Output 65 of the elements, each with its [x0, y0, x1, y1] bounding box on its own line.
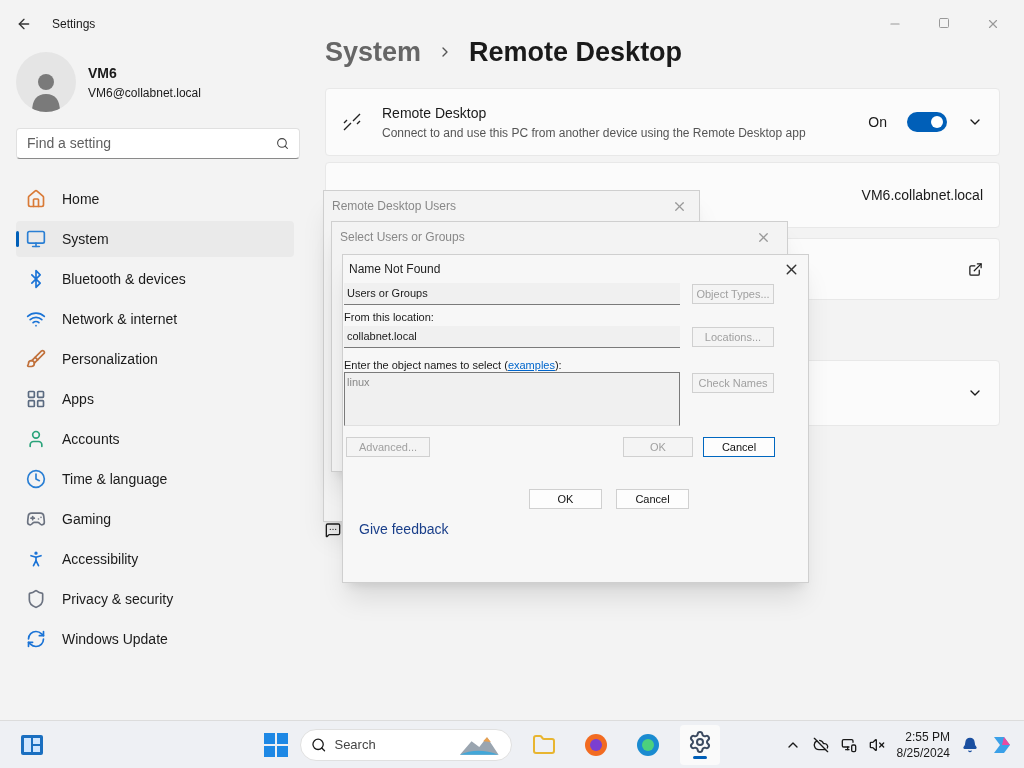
clock-date[interactable]: 8/25/2024 [896, 744, 950, 761]
brush-icon [26, 349, 46, 369]
breadcrumb-parent[interactable]: System [325, 31, 422, 73]
nav-item[interactable]: Accounts [16, 421, 294, 457]
dialog-title: Name Not Found [349, 261, 441, 278]
user-name: VM6 [88, 63, 118, 83]
cancel-button[interactable]: Cancel [616, 489, 689, 509]
browser-icon [636, 732, 660, 757]
dialog-title: Remote Desktop Users [332, 198, 457, 215]
nav-item[interactable]: System [16, 221, 294, 257]
dialog-title: Select Users or Groups [340, 229, 465, 246]
update-icon [26, 629, 46, 649]
apps-icon [26, 389, 46, 409]
ok-button[interactable]: OK [529, 489, 602, 509]
nav-item[interactable]: Home [16, 181, 294, 217]
speaker-muted-icon[interactable] [868, 736, 885, 753]
folder-icon [532, 732, 556, 757]
feedback-icon [325, 521, 341, 538]
external-link-icon [968, 261, 983, 277]
person-icon [26, 429, 46, 449]
start-icon[interactable] [264, 732, 288, 757]
page-title: Remote Desktop [469, 35, 683, 69]
nav-item[interactable]: Gaming [16, 501, 294, 537]
nav-item[interactable]: Accessibility [16, 541, 294, 577]
taskbar-search-field[interactable]: Search [300, 728, 512, 761]
home-icon [26, 189, 46, 209]
app-title: Settings [52, 16, 96, 33]
feedback-link[interactable]: Give feedback [359, 519, 449, 540]
nav-item[interactable]: Apps [16, 381, 294, 417]
toggle-switch[interactable] [907, 112, 947, 132]
bell-icon[interactable] [962, 736, 978, 753]
nav-item[interactable]: Windows Update [16, 621, 294, 657]
cloud-off-icon[interactable] [812, 736, 829, 753]
setting-title: Remote Desktop [382, 103, 488, 123]
setting-description: Connect to and use this PC from another device using the Remote Desktop app [382, 124, 807, 142]
taskbar-app[interactable] [680, 724, 720, 765]
object-names-label: Enter the object names to select (examples): [344, 358, 563, 371]
cancel-button[interactable]: Cancel [703, 437, 775, 457]
user-email: VM6@collabnet.local [88, 84, 201, 102]
nav-item[interactable]: Time & language [16, 461, 294, 497]
back-icon[interactable] [16, 16, 32, 32]
location-label: From this location: [344, 310, 435, 323]
monitor-icon [26, 229, 46, 249]
display-icon[interactable] [840, 736, 857, 753]
pc-name: VM6.collabnet.local [861, 185, 983, 205]
nav-item[interactable]: Personalization [16, 341, 294, 377]
browser-icon [584, 732, 608, 757]
remote-desktop-icon [342, 112, 362, 132]
widgets-icon[interactable] [20, 733, 44, 756]
clock-time[interactable]: 2:55 PM [905, 728, 950, 745]
gamepad-icon [26, 509, 46, 529]
shield-icon [26, 589, 46, 609]
toggle-state: On [868, 112, 887, 132]
search-icon [276, 137, 289, 150]
nav-item[interactable]: Privacy & security [16, 581, 294, 617]
settings-search-field[interactable]: Find a setting [16, 128, 300, 159]
wifi-icon [26, 309, 46, 329]
object-type-field: Users or Groups [344, 283, 680, 305]
gear-icon [688, 730, 712, 754]
clock-icon [26, 469, 46, 489]
nav-item[interactable]: Bluetooth & devices [16, 261, 294, 297]
search-icon [311, 736, 327, 753]
nav-item[interactable]: Network & internet [16, 301, 294, 337]
location-field: collabnet.local [344, 326, 680, 348]
maximize-icon[interactable] [938, 17, 950, 29]
